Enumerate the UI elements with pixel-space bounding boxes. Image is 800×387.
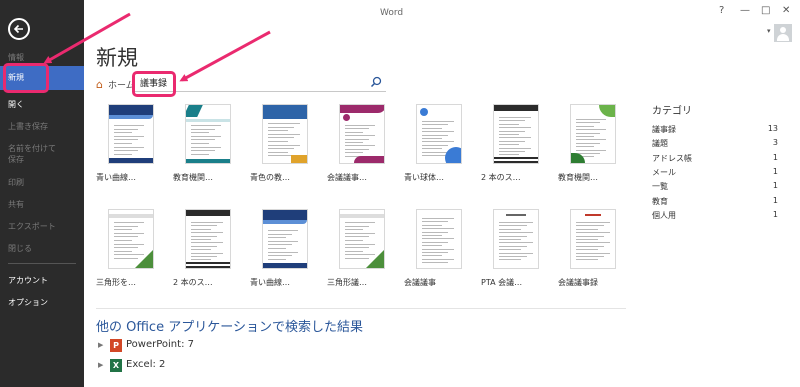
annotation-arrow-to-search (179, 30, 271, 82)
annotation-arrow-to-new (43, 12, 131, 64)
annotation-arrows (43, 12, 271, 82)
